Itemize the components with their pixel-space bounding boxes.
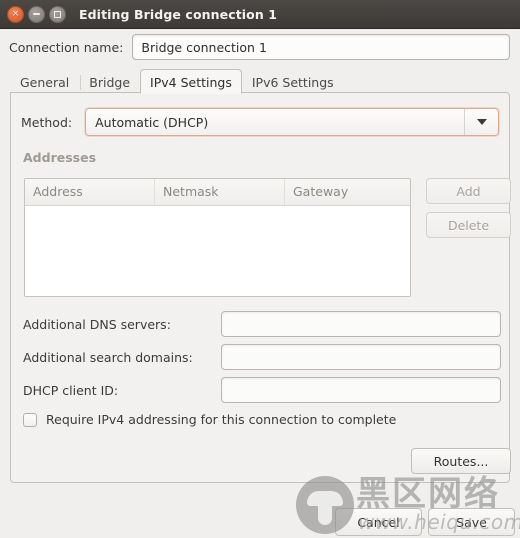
tab-ipv6-settings[interactable]: IPv6 Settings (242, 70, 344, 93)
chevron-down-icon[interactable] (464, 109, 498, 135)
method-select-value: Automatic (DHCP) (95, 114, 209, 130)
dhcp-client-id-label: DHCP client ID: (23, 382, 119, 398)
connection-name-input[interactable]: Bridge connection 1 (132, 34, 510, 60)
chevron-down-glyph (476, 119, 487, 125)
delete-address-button[interactable]: Delete (426, 212, 511, 238)
column-header-gateway[interactable]: Gateway (285, 179, 410, 205)
search-domains-input[interactable] (221, 344, 501, 370)
mushroom-stem-shape (318, 503, 332, 525)
add-address-button[interactable]: Add (426, 178, 511, 204)
method-select[interactable]: Automatic (DHCP) (85, 108, 499, 136)
addresses-table[interactable]: Address Netmask Gateway (24, 178, 411, 297)
save-button[interactable]: Save (428, 508, 515, 536)
addresses-table-area: Address Netmask Gateway (24, 178, 411, 297)
dialog-actions: Cancel Save (335, 508, 515, 536)
tab-ipv4-settings[interactable]: IPv4 Settings (140, 69, 242, 94)
window-controls: × (7, 5, 66, 23)
column-header-address[interactable]: Address (25, 179, 155, 205)
routes-button[interactable]: Routes... (411, 448, 511, 474)
minimize-glyph (33, 13, 40, 15)
connection-name-label: Connection name: (9, 39, 124, 55)
method-label: Method: (21, 114, 73, 130)
require-ipv4-checkbox[interactable] (23, 412, 37, 427)
tab-bridge[interactable]: Bridge (79, 70, 140, 93)
require-ipv4-label: Require IPv4 addressing for this connect… (46, 412, 397, 427)
close-icon[interactable]: × (7, 5, 24, 23)
minimize-icon[interactable] (28, 5, 45, 23)
maximize-glyph (54, 10, 61, 18)
dns-servers-input[interactable] (221, 311, 501, 337)
addresses-table-header: Address Netmask Gateway (25, 179, 410, 206)
maximize-icon[interactable] (49, 5, 66, 23)
addresses-side-buttons: Add Delete (426, 178, 511, 238)
addresses-section-title: Addresses (23, 150, 97, 165)
dhcp-client-id-row: DHCP client ID: (23, 377, 501, 403)
dns-servers-row: Additional DNS servers: (23, 311, 501, 337)
cancel-button[interactable]: Cancel (335, 508, 422, 536)
search-domains-label: Additional search domains: (23, 349, 193, 365)
window-titlebar: × Editing Bridge connection 1 (0, 0, 520, 29)
search-domains-row: Additional search domains: (23, 344, 501, 370)
settings-tabs: General Bridge IPv4 Settings IPv6 Settin… (10, 69, 510, 94)
editing-connection-window: × Editing Bridge connection 1 Connection… (0, 0, 520, 538)
ipv4-settings-panel: Method: Automatic (DHCP) Addresses Addre… (10, 92, 511, 483)
mushroom-cap-shape (307, 491, 343, 506)
require-ipv4-row[interactable]: Require IPv4 addressing for this connect… (23, 412, 396, 427)
addresses-table-body[interactable] (25, 206, 410, 296)
tab-general[interactable]: General (10, 70, 79, 93)
method-row: Method: Automatic (DHCP) (21, 108, 499, 136)
connection-name-row: Connection name: Bridge connection 1 (0, 29, 520, 65)
dhcp-client-id-input[interactable] (221, 377, 501, 403)
dns-servers-label: Additional DNS servers: (23, 316, 171, 332)
window-title: Editing Bridge connection 1 (79, 6, 278, 22)
column-header-netmask[interactable]: Netmask (155, 179, 285, 205)
